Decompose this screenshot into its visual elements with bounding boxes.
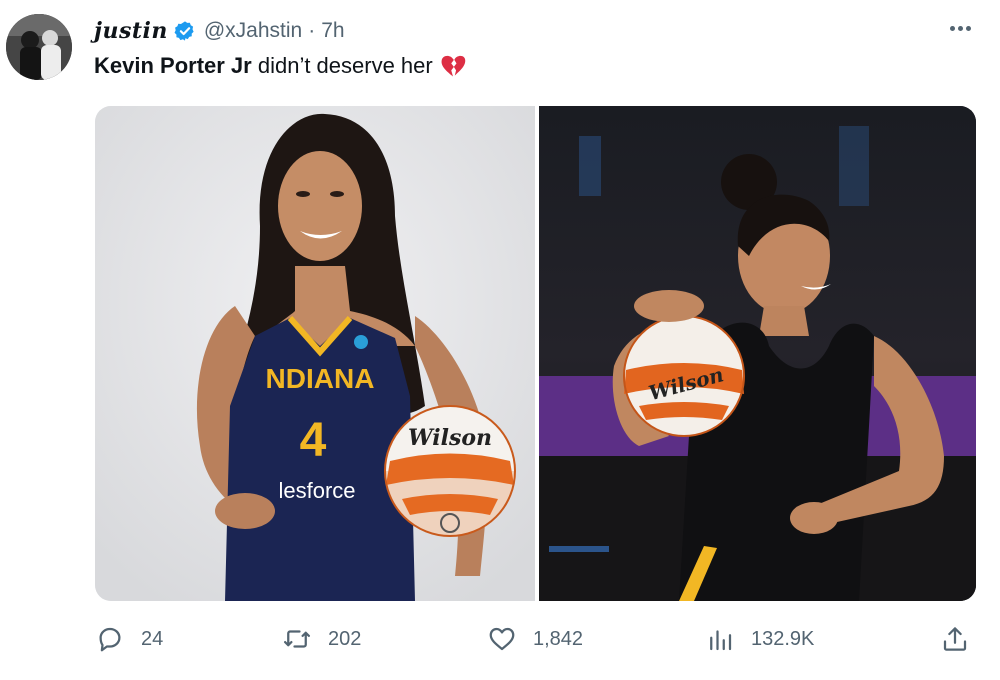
separator: · — [308, 19, 316, 42]
jersey-sponsor: lesforce — [278, 478, 355, 503]
tweet-header: justin @xJahstin · 7h — [94, 14, 345, 48]
share-icon — [943, 627, 967, 651]
tweet-text-mention: Kevin Porter Jr — [94, 53, 252, 78]
timestamp[interactable]: 7h — [321, 19, 344, 43]
photo-right[interactable]: Wilson — [539, 106, 976, 601]
reply-icon — [99, 627, 121, 652]
action-bar: 24 202 1,842 132.9K — [0, 616, 1000, 664]
media-grid[interactable]: NDIANA 4 lesforce Wilson Wilson — [95, 106, 976, 601]
reply-button[interactable]: 24 — [95, 624, 163, 654]
jersey-text: NDIANA — [266, 363, 375, 394]
tweet: justin @xJahstin · 7h Kevin Porter Jr di… — [0, 0, 1000, 680]
verified-badge-icon — [174, 21, 194, 41]
like-count: 1,842 — [533, 627, 584, 650]
left-ball-brand: Wilson — [408, 425, 492, 451]
jersey-number: 4 — [300, 414, 327, 467]
display-name[interactable]: justin — [94, 18, 168, 44]
views-chart-icon — [710, 630, 732, 651]
retweet-button[interactable]: 202 — [282, 624, 361, 654]
heart-icon — [489, 627, 515, 651]
reply-count: 24 — [141, 627, 164, 650]
tweet-text-body: didn’t deserve her — [251, 53, 433, 78]
broken-heart-icon — [441, 55, 465, 77]
views-button[interactable]: 132.9K — [705, 624, 814, 654]
photo-left[interactable]: NDIANA 4 lesforce Wilson — [95, 106, 535, 601]
avatar[interactable] — [6, 14, 72, 80]
view-count: 132.9K — [751, 627, 815, 650]
retweet-icon — [284, 630, 310, 648]
handle[interactable]: @xJahstin — [204, 19, 302, 43]
more-options-icon[interactable] — [944, 16, 976, 40]
like-button[interactable]: 1,842 — [487, 624, 583, 654]
share-button[interactable] — [940, 624, 970, 654]
retweet-count: 202 — [328, 627, 362, 650]
tweet-text: Kevin Porter Jr didn’t deserve her — [94, 52, 467, 80]
